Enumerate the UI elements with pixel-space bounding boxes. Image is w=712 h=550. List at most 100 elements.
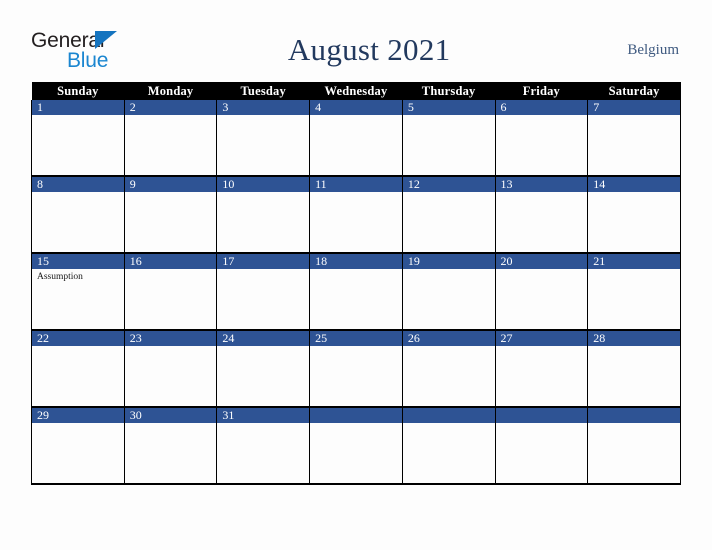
day-cell-body [217,192,309,250]
calendar-grid: Sunday Monday Tuesday Wednesday Thursday Frid… [31,82,681,485]
calendar-week-row: 8 9 10 11 12 13 14 [31,176,681,254]
calendar-day-cell[interactable]: 5 [401,100,496,177]
weekday-header-sunday: Sunday [31,82,125,100]
calendar-day-cell[interactable]: 6 [494,100,589,177]
day-cell-body [217,115,309,173]
day-number [402,408,495,423]
day-cell-body [310,423,402,481]
calendar-day-cell[interactable]: 11 [309,176,403,254]
weekday-header-monday: Monday [124,82,217,100]
day-number: 15 [32,254,124,269]
triangle-icon [95,31,117,49]
day-number: 16 [124,254,217,269]
day-cell-body [310,346,402,404]
day-number: 3 [217,100,310,115]
day-number: 13 [495,177,588,192]
day-number: 25 [310,331,402,346]
day-cell-body [125,115,217,173]
day-number: 23 [124,331,217,346]
day-number: 26 [402,331,495,346]
weekday-header-friday: Friday [495,82,588,100]
day-cell-body [32,115,124,173]
calendar-day-cell[interactable]: 1 [31,100,125,177]
day-cell-body [403,423,495,481]
calendar-empty-cell[interactable] [309,407,403,485]
calendar-day-cell[interactable]: 20 [494,253,589,331]
calendar-day-cell[interactable]: 31 [216,407,311,485]
day-cell-body [125,423,217,481]
calendar-empty-cell[interactable] [401,407,496,485]
holiday-event-label: Assumption [37,272,83,282]
calendar-day-cell[interactable]: 2 [123,100,218,177]
calendar-empty-cell[interactable] [587,407,681,485]
logo-text-blue: Blue [67,49,109,72]
calendar-day-cell[interactable]: 23 [123,330,218,408]
calendar-day-cell[interactable]: 8 [31,176,125,254]
calendar-page: General Blue August 2021 Belgium Sunday M… [0,0,712,550]
day-number: 5 [402,100,495,115]
calendar-day-cell[interactable]: 9 [123,176,218,254]
day-cell-body [217,346,309,404]
weekday-header-thursday: Thursday [402,82,496,100]
day-cell-body [403,269,495,327]
day-number: 19 [402,254,495,269]
day-number: 12 [402,177,495,192]
calendar-day-cell[interactable]: 24 [216,330,311,408]
calendar-day-cell[interactable]: 25 [309,330,403,408]
calendar-week-row: 22 23 24 25 26 27 28 [31,330,681,408]
weekday-header-tuesday: Tuesday [216,82,310,100]
calendar-body: 1 2 3 4 5 6 7 8 9 10 11 12 13 14 15 Assumption 16 17 18 19 2… [31,100,681,485]
day-number [495,408,588,423]
calendar-week-row: 29 30 31 [31,407,681,485]
day-cell-body [496,192,588,250]
calendar-day-cell[interactable]: 3 [216,100,311,177]
calendar-day-cell[interactable]: 30 [123,407,218,485]
general-blue-logo[interactable]: General Blue [31,27,141,73]
day-cell-body [32,423,124,481]
day-cell-body [496,269,588,327]
day-number: 4 [310,100,402,115]
calendar-day-cell[interactable]: 13 [494,176,589,254]
calendar-day-cell[interactable]: 7 [587,100,681,177]
day-cell-body [496,115,588,173]
calendar-empty-cell[interactable] [494,407,589,485]
day-number: 18 [310,254,402,269]
day-cell-body [588,192,680,250]
calendar-day-cell[interactable]: 17 [216,253,311,331]
day-cell-body [588,269,680,327]
day-number: 8 [32,177,124,192]
weekday-header-row: Sunday Monday Tuesday Wednesday Thursday Frid… [31,82,681,100]
day-number: 27 [495,331,588,346]
calendar-day-cell[interactable]: 16 [123,253,218,331]
day-cell-body [125,192,217,250]
day-cell-body [588,423,680,481]
day-number: 20 [495,254,588,269]
calendar-day-cell[interactable]: 19 [401,253,496,331]
day-number: 17 [217,254,310,269]
calendar-day-cell[interactable]: 21 [587,253,681,331]
calendar-day-cell[interactable]: 27 [494,330,589,408]
day-cell-body [32,346,124,404]
day-number: 1 [32,100,124,115]
day-number: 14 [588,177,680,192]
day-number: 28 [588,331,680,346]
calendar-day-cell[interactable]: 10 [216,176,311,254]
day-cell-body [217,423,309,481]
calendar-day-cell[interactable]: 15 Assumption [31,253,125,331]
day-number: 31 [217,408,310,423]
day-cell-body [125,346,217,404]
calendar-day-cell[interactable]: 14 [587,176,681,254]
calendar-day-cell[interactable]: 26 [401,330,496,408]
calendar-day-cell[interactable]: 12 [401,176,496,254]
calendar-day-cell[interactable]: 22 [31,330,125,408]
calendar-week-row: 1234567 [31,100,681,177]
day-number: 30 [124,408,217,423]
page-title: August 2021 [287,32,451,67]
calendar-day-cell[interactable]: 28 [587,330,681,408]
day-number: 7 [588,100,680,115]
calendar-day-cell[interactable]: 29 [31,407,125,485]
calendar-day-cell[interactable]: 4 [309,100,403,177]
day-number [588,408,680,423]
calendar-day-cell[interactable]: 18 [309,253,403,331]
day-number: 10 [217,177,310,192]
